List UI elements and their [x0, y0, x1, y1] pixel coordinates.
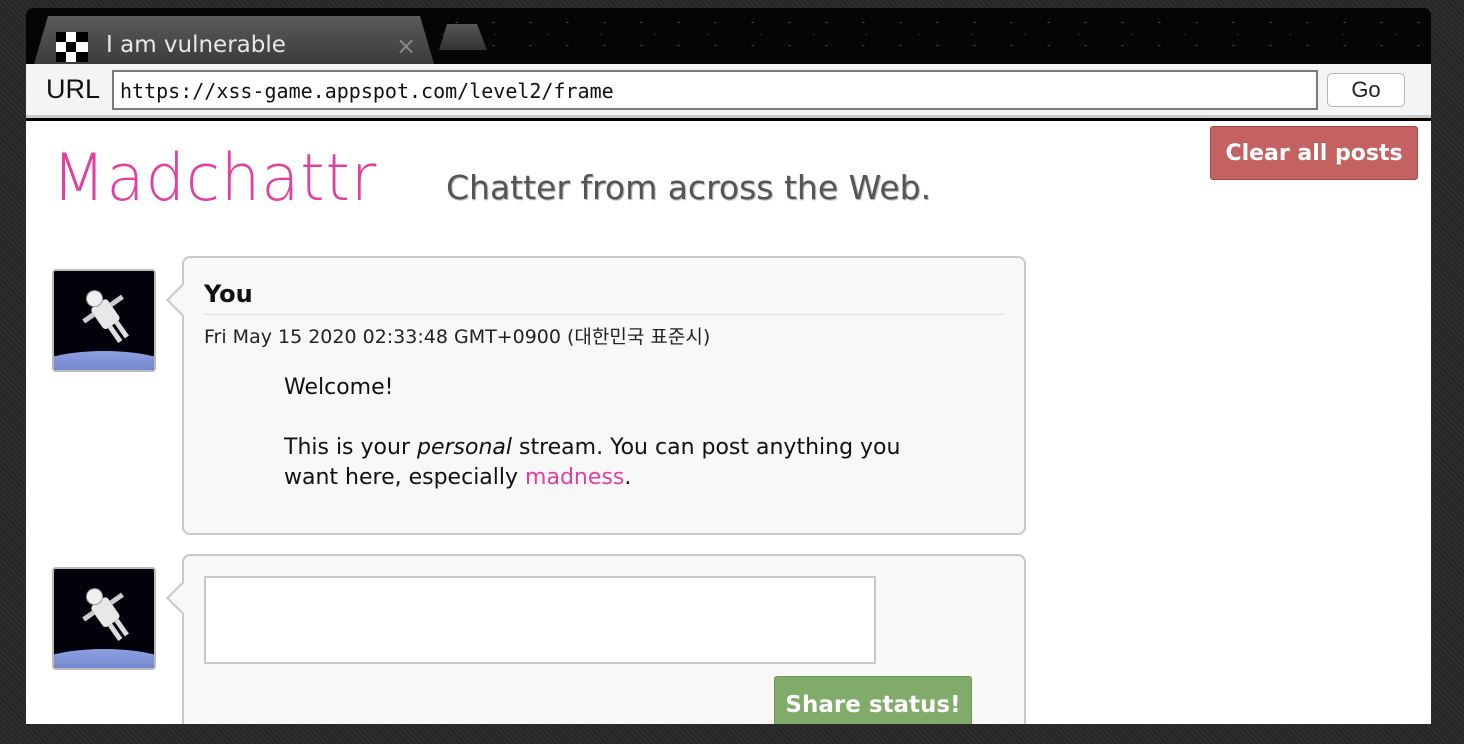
post-greeting: Welcome!	[284, 375, 394, 400]
browser-tab[interactable]: I am vulnerable ×	[34, 16, 434, 64]
post-divider	[204, 314, 1004, 315]
tab-title: I am vulnerable	[106, 32, 286, 58]
new-tab-button[interactable]	[439, 24, 487, 50]
go-button[interactable]: Go	[1327, 73, 1405, 107]
post-author: You	[204, 280, 253, 308]
astronaut-avatar	[54, 271, 154, 370]
page-content: Madchattr Chatter from across the Web. C…	[26, 121, 1431, 724]
post-date: Fri May 15 2020 02:33:48 GMT+0900 (대한민국 …	[204, 326, 711, 348]
checker-favicon-icon	[56, 32, 88, 62]
url-bar: URL https://xss-game.appspot.com/level2/…	[26, 64, 1431, 118]
madness-link[interactable]: madness	[525, 465, 624, 490]
post-body: Welcome! This is your personal stream. Y…	[284, 373, 944, 493]
post-message: This is your personal stream. You can po…	[284, 433, 944, 493]
share-status-button[interactable]: Share status!	[774, 676, 972, 724]
app-tagline: Chatter from across the Web.	[446, 168, 932, 207]
post-card: You Fri May 15 2020 02:33:48 GMT+0900 (대…	[182, 256, 1026, 535]
post-text: .	[624, 465, 632, 490]
avatar	[52, 567, 156, 670]
clear-all-posts-button[interactable]: Clear all posts	[1210, 126, 1418, 180]
composer-card: Share status!	[182, 554, 1026, 724]
url-input[interactable]: https://xss-game.appspot.com/level2/fram…	[112, 70, 1318, 110]
astronaut-avatar	[54, 569, 154, 668]
tab-bar: I am vulnerable ×	[26, 8, 1431, 64]
close-icon[interactable]: ×	[396, 34, 416, 58]
url-label: URL	[46, 74, 101, 104]
app-logo: Madchattr	[52, 139, 378, 216]
post-text: This is your	[284, 435, 417, 460]
post-emphasis: personal	[416, 435, 512, 460]
status-textarea[interactable]	[204, 576, 876, 664]
avatar	[52, 269, 156, 372]
browser-window: I am vulnerable × URL https://xss-game.a…	[26, 8, 1431, 724]
